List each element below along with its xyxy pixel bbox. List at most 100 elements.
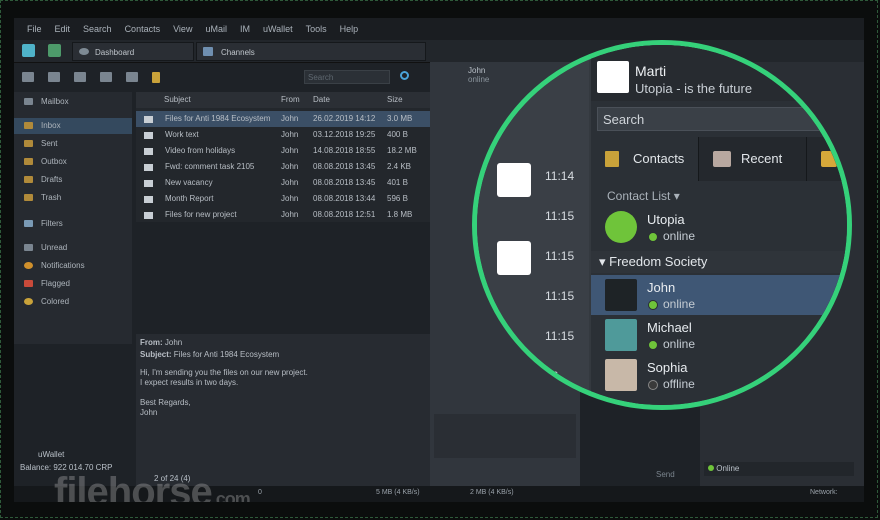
body-line: I expect results in two days.: [140, 378, 239, 387]
folder-trash[interactable]: Trash: [14, 190, 132, 206]
folder-icon: [24, 176, 33, 183]
tab-channels[interactable]: Channels: [196, 42, 426, 61]
folder-sent[interactable]: Sent: [14, 136, 132, 152]
group-freedom-society[interactable]: ▾ Freedom Society: [591, 251, 847, 273]
message-subject: Files for Anti 1984 Ecosystem: [165, 114, 271, 123]
add-contact-button[interactable]: [807, 137, 847, 181]
watermark-text: filehorse: [54, 470, 213, 502]
menu-uwallet[interactable]: uWallet: [263, 24, 293, 34]
attachment-icon[interactable]: [152, 72, 160, 83]
folder-outbox[interactable]: Outbox: [14, 154, 132, 170]
wallet-panel[interactable]: uWallet Balance: 922 014.70 CRP: [20, 450, 113, 472]
contact-row[interactable]: Michael online: [591, 315, 847, 355]
chat-input[interactable]: [434, 414, 576, 458]
message-row[interactable]: Month Report John 08.08.2018 13:44 596 B: [136, 191, 430, 207]
menu-im[interactable]: IM: [240, 24, 250, 34]
message-subject: Video from holidays: [165, 146, 236, 155]
tab-contacts[interactable]: Contacts: [591, 137, 699, 181]
new-mail-icon[interactable]: [22, 72, 34, 82]
col-size[interactable]: Size: [387, 95, 403, 104]
mailbox-header[interactable]: Mailbox: [14, 94, 132, 110]
message-row[interactable]: Work text John 03.12.2018 19:25 400 B: [136, 127, 430, 143]
chat-send-button[interactable]: Send: [656, 470, 675, 479]
body-line: Best Regards,: [140, 398, 191, 407]
message-date: 08.08.2018 13:45: [313, 162, 376, 171]
online-status-select[interactable]: Online: [704, 462, 854, 476]
col-date[interactable]: Date: [313, 95, 330, 104]
contact-list-dropdown[interactable]: Contact List ▾: [607, 189, 680, 203]
profile-avatar[interactable]: [597, 61, 629, 93]
mail-icon: [144, 116, 153, 123]
folder-inbox[interactable]: Inbox: [14, 118, 132, 134]
folder-icon: [24, 122, 33, 129]
reply-icon[interactable]: [48, 72, 60, 82]
tab-recent[interactable]: Recent: [699, 137, 807, 181]
contact-search-input[interactable]: Search: [597, 107, 847, 131]
tab-dashboard[interactable]: Dashboard: [72, 42, 194, 61]
profile-status[interactable]: Utopia - is the future: [635, 81, 752, 96]
menu-help[interactable]: Help: [340, 24, 359, 34]
forward-icon[interactable]: [100, 72, 112, 82]
delete-icon[interactable]: [126, 72, 138, 82]
mail-search-icon[interactable]: [400, 71, 409, 80]
avatar: [605, 359, 637, 391]
contact-row[interactable]: Utopia online: [591, 207, 847, 247]
profile-name[interactable]: Marti: [635, 63, 666, 79]
message-row[interactable]: New vacancy John 08.08.2018 13:45 401 B: [136, 175, 430, 191]
from-value[interactable]: John: [165, 338, 182, 347]
message-date: 08.08.2018 12:51: [313, 210, 376, 219]
col-from[interactable]: From: [281, 95, 300, 104]
folder-icon: [24, 194, 33, 201]
subject-value: Files for Anti 1984 Ecosystem: [173, 350, 280, 359]
message-size: 18.2 MB: [387, 146, 417, 155]
menu-contacts[interactable]: Contacts: [125, 24, 161, 34]
filter-colored[interactable]: Colored: [14, 294, 132, 310]
tab-recent-label: Recent: [741, 151, 783, 166]
message-row[interactable]: Video from holidays John 14.08.2018 18:5…: [136, 143, 430, 159]
menu-tools[interactable]: Tools: [306, 24, 327, 34]
utopia-logo-icon: [497, 163, 531, 197]
message-row[interactable]: Files for new project John 08.08.2018 12…: [136, 207, 430, 223]
message-list-header: Subject From Date Size: [136, 92, 430, 108]
folder-icon: [24, 158, 33, 165]
menu-file[interactable]: File: [27, 24, 42, 34]
contact-status: online: [663, 229, 696, 243]
filter-label: Colored: [41, 297, 70, 306]
message-size: 401 B: [387, 178, 408, 187]
color-dot-icon: [24, 298, 33, 305]
contact-status: offline: [663, 377, 695, 391]
message-from: John: [281, 114, 299, 123]
flag-icon: [24, 280, 33, 287]
contact-row[interactable]: Sophia offline: [591, 355, 847, 395]
contact-row[interactable]: John online: [591, 275, 847, 315]
folder-drafts[interactable]: Drafts: [14, 172, 132, 188]
contacts-book-icon[interactable]: [48, 44, 61, 57]
message-row[interactable]: Fwd: comment task 2105 John 08.08.2018 1…: [136, 159, 430, 175]
message-from: John: [281, 178, 299, 187]
offline-dot-icon: [648, 380, 658, 390]
filter-label: Notifications: [41, 261, 85, 270]
contact-name: Utopia: [647, 212, 685, 227]
menu-search[interactable]: Search: [83, 24, 112, 34]
menu-view[interactable]: View: [173, 24, 192, 34]
message-row[interactable]: Files for Anti 1984 Ecosystem John 26.02…: [136, 111, 430, 127]
message-from: John: [281, 146, 299, 155]
mail-search-input[interactable]: Search: [304, 70, 390, 84]
menu-umail[interactable]: uMail: [205, 24, 227, 34]
filter-notifications[interactable]: Notifications: [14, 258, 132, 274]
mail-icon: [144, 164, 153, 171]
message-date: 26.02.2019 14:12: [313, 114, 376, 123]
col-subject[interactable]: Subject: [164, 95, 191, 104]
message-from: John: [281, 130, 299, 139]
filter-unread[interactable]: Unread: [14, 240, 132, 256]
contacts-book-icon: [605, 151, 619, 167]
filter-flagged[interactable]: Flagged: [14, 276, 132, 292]
tab-dashboard-label: Dashboard: [95, 48, 135, 57]
reply-all-icon[interactable]: [74, 72, 86, 82]
message-date: 14.08.2018 18:55: [313, 146, 376, 155]
filters-header[interactable]: Filters: [14, 216, 132, 232]
menu-edit[interactable]: Edit: [55, 24, 71, 34]
diamond-icon[interactable]: [22, 44, 35, 57]
utopia-eye-icon: [605, 211, 637, 243]
contact-name: Michael: [647, 320, 692, 335]
